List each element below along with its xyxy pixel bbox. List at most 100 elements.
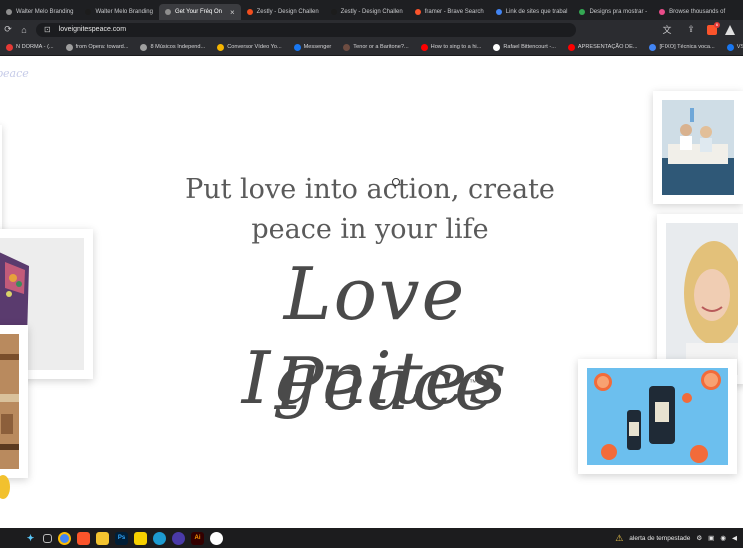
- volume-icon[interactable]: ◀: [732, 534, 737, 542]
- file-explorer-icon[interactable]: [96, 531, 109, 545]
- tab-label: Walter Melo Branding: [16, 9, 74, 15]
- reload-icon[interactable]: ⟳: [0, 24, 16, 35]
- bookmark-favicon-icon: [140, 43, 148, 51]
- weather-text[interactable]: alerta de tempestade: [629, 535, 690, 542]
- tab-label: Designs pra mostrar -: [589, 9, 648, 15]
- bookmark-item[interactable]: from Opera: toward...: [60, 43, 135, 51]
- browser-tab[interactable]: Zestly - Design Challen: [325, 4, 409, 20]
- bookmark-label: [FIXO] Técnica voca...: [659, 44, 715, 50]
- bookmark-favicon-icon: [567, 43, 575, 51]
- tab-label: Walter Melo Branding: [95, 9, 153, 15]
- bookmark-label: APRESENTAÇÃO DE...: [577, 44, 638, 50]
- translate-icon[interactable]: 文: [659, 23, 675, 36]
- tab-favicon-icon: [246, 9, 253, 15]
- browser-tab[interactable]: Designs pra mostrar -: [573, 4, 653, 20]
- task-view-icon[interactable]: [43, 533, 52, 543]
- bookmark-label: Tenor or a Baritone?...: [353, 44, 409, 50]
- browser-tab[interactable]: Zestly - Design Challen: [241, 4, 325, 20]
- bookmark-favicon-icon: [493, 43, 501, 51]
- bookmark-label: Conversor Vídeo Yo...: [227, 44, 282, 50]
- browser-tab[interactable]: Link de sites que trabal: [490, 4, 574, 20]
- tab-favicon-icon: [414, 9, 421, 15]
- slack-icon[interactable]: [210, 531, 223, 545]
- gear-icon[interactable]: ⚙: [696, 534, 702, 542]
- brave-rewards-icon[interactable]: [725, 24, 735, 35]
- network-icon[interactable]: ◉: [720, 534, 726, 542]
- browser-tab[interactable]: framer - Brave Search: [409, 4, 490, 20]
- os-taskbar: ✦ Ps Ai ⚠ alerta de tempestade ⚙ ▣ ◉ ◀: [0, 528, 743, 548]
- mouse-cursor: [392, 178, 400, 186]
- bookmark-favicon-icon: [65, 43, 73, 51]
- bookmark-label: VS I: [736, 44, 743, 50]
- url-field[interactable]: ⊡ loveignitespeace.com: [36, 22, 576, 37]
- brave-icon[interactable]: [77, 531, 90, 545]
- bookmark-favicon-icon: [343, 43, 351, 51]
- hero-headline: Put love into action, create peace in yo…: [170, 170, 570, 250]
- brave-shield-icon[interactable]: 6: [707, 21, 720, 35]
- bookmarks-bar: N DORMA - (... from Opera: toward... 8 Mús…: [0, 39, 743, 56]
- bookmark-item[interactable]: How to sing to a hi...: [415, 43, 488, 51]
- tab-label: Browse thousands of: [669, 9, 726, 15]
- bookmark-icon[interactable]: ⊡: [44, 25, 51, 34]
- bookmark-item[interactable]: Conversor Vídeo Yo...: [211, 43, 287, 51]
- tab-favicon-icon: [85, 9, 92, 15]
- display-icon[interactable]: ▣: [708, 534, 714, 542]
- photo-shelf: [0, 325, 28, 478]
- tab-favicon-icon: [579, 9, 586, 15]
- widgets-icon[interactable]: ✦: [24, 532, 37, 545]
- web-page: peace: [0, 57, 743, 528]
- headline-line-1: Put love into action, create: [185, 174, 555, 205]
- script-title-line-2: Peace: [275, 342, 499, 426]
- photo-left-top: [0, 125, 2, 241]
- chrome-icon[interactable]: [58, 531, 71, 545]
- photo-bed: [653, 91, 743, 204]
- browser-tab[interactable]: Walter Melo Branding: [0, 4, 79, 20]
- brand-logo[interactable]: peace: [0, 67, 29, 80]
- bookmark-favicon-icon: [6, 43, 13, 51]
- bookmark-favicon-icon: [726, 43, 734, 51]
- browser-tab-bar: Walter Melo Branding Walter Melo Branding…: [0, 0, 743, 20]
- flower-decoration: [0, 475, 10, 499]
- photoshop-icon[interactable]: Ps: [115, 531, 128, 545]
- bookmark-favicon-icon: [293, 43, 301, 51]
- app-icon[interactable]: [172, 531, 185, 545]
- bookmark-item[interactable]: Messenger: [288, 43, 338, 51]
- tab-label: Link de sites que trabal: [505, 9, 568, 15]
- trademark-symbol: ™: [469, 378, 477, 387]
- bookmark-item[interactable]: Rafael Bittencourt -...: [487, 43, 562, 51]
- bookmark-favicon-icon: [217, 43, 225, 51]
- tab-label: Get Your Fréq On: [174, 9, 222, 15]
- bookmark-label: from Opera: toward...: [75, 44, 129, 50]
- bookmark-item[interactable]: [FIXO] Técnica voca...: [643, 43, 720, 51]
- share-icon[interactable]: ⇪: [683, 24, 699, 35]
- tab-favicon-icon: [164, 9, 171, 15]
- edge-icon[interactable]: [153, 531, 166, 545]
- browser-address-bar: ⟳ ⌂ ⊡ loveignitespeace.com 文 ⇪ 6: [0, 20, 743, 39]
- tab-favicon-icon: [330, 9, 337, 15]
- bookmark-label: Messenger: [303, 44, 332, 50]
- home-icon[interactable]: ⌂: [16, 25, 32, 35]
- bookmark-label: N DORMA - (...: [16, 44, 54, 50]
- bookmark-item[interactable]: N DORMA - (...: [0, 43, 60, 51]
- tab-label: Zestly - Design Challen: [256, 9, 319, 15]
- bookmark-item[interactable]: 8 Músicos Independ...: [134, 43, 211, 51]
- bookmark-label: How to sing to a hi...: [430, 44, 482, 50]
- tab-favicon-icon: [659, 9, 666, 15]
- browser-tab[interactable]: Get Your Fréq On ×: [158, 4, 241, 20]
- photo-products: [578, 359, 737, 474]
- bookmark-item[interactable]: VS I: [721, 43, 743, 51]
- bookmark-favicon-icon: [420, 43, 428, 51]
- illustrator-icon[interactable]: Ai: [191, 531, 204, 545]
- url-text: loveignitespeace.com: [58, 26, 127, 33]
- browser-tab[interactable]: Browse thousands of: [653, 4, 731, 20]
- close-tab-icon[interactable]: ×: [230, 8, 235, 17]
- bookmark-item[interactable]: APRESENTAÇÃO DE...: [562, 43, 644, 51]
- tab-favicon-icon: [495, 9, 502, 15]
- tab-label: Zestly - Design Challen: [340, 9, 403, 15]
- sticky-notes-icon[interactable]: [134, 531, 147, 545]
- headline-line-2: peace in your life: [251, 214, 489, 245]
- browser-tab[interactable]: Walter Melo Branding: [79, 4, 158, 20]
- warning-icon: ⚠: [615, 532, 624, 543]
- tab-label: framer - Brave Search: [424, 9, 484, 15]
- bookmark-item[interactable]: Tenor or a Baritone?...: [337, 43, 414, 51]
